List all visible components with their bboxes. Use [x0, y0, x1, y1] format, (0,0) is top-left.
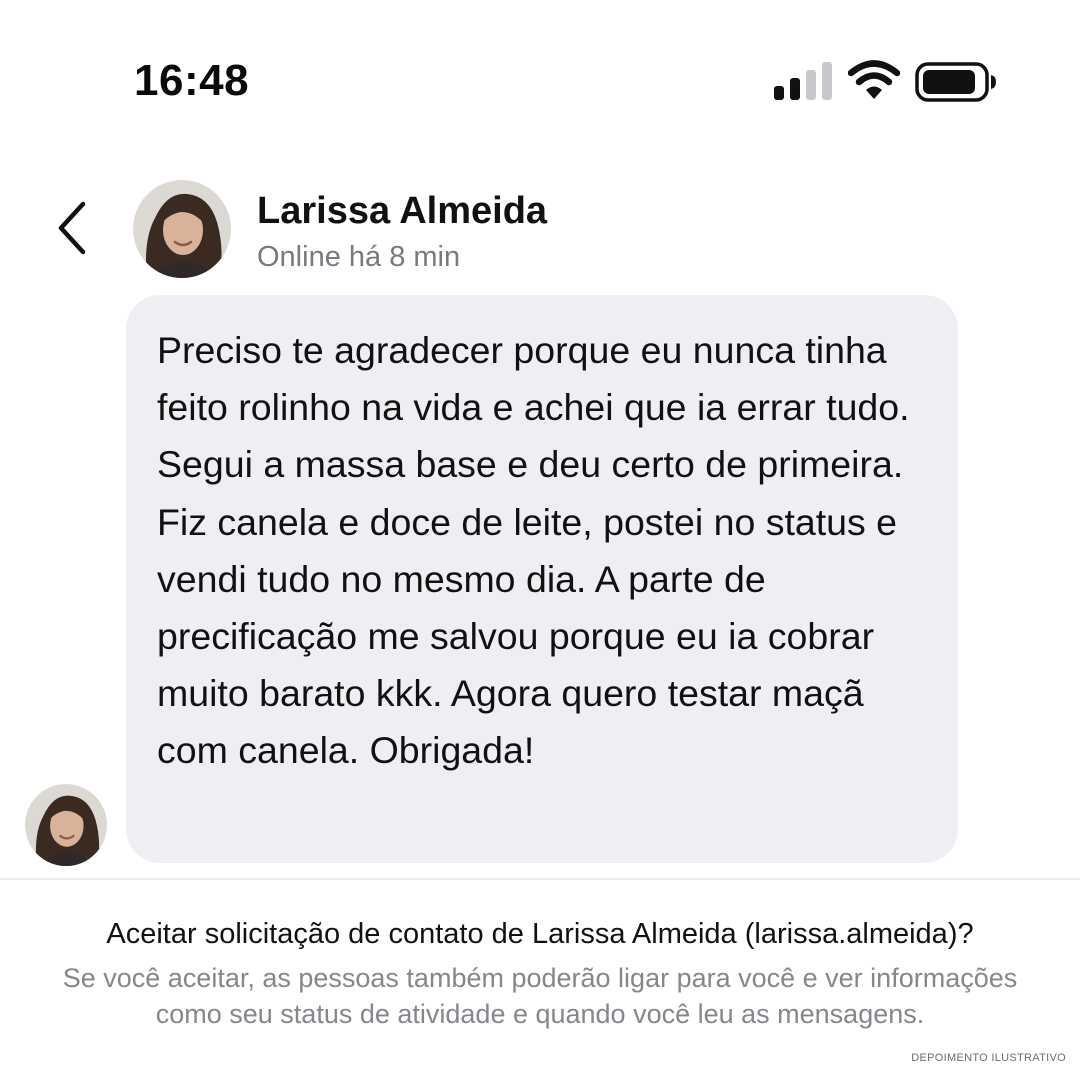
cellular-signal-icon — [774, 62, 832, 100]
contact-online-status: Online há 8 min — [257, 241, 461, 273]
message-bubble: Preciso te agradecer porque eu nunca tin… — [126, 295, 958, 863]
back-button[interactable] — [44, 196, 100, 260]
chevron-left-icon — [58, 201, 86, 255]
wifi-icon — [848, 60, 900, 99]
battery-icon — [915, 62, 996, 102]
status-bar-time: 16:48 — [134, 56, 250, 105]
contact-request-title: Aceitar solicitação de contato de Lariss… — [106, 918, 974, 950]
sender-avatar[interactable] — [25, 784, 107, 866]
message-text: Preciso te agradecer porque eu nunca tin… — [157, 329, 910, 772]
section-divider — [0, 878, 1080, 880]
contact-request-description: Se você aceitar, as pessoas também poder… — [62, 963, 1018, 1029]
illustrative-testimonial-label: DEPOIMENTO ILUSTRATIVO — [911, 1052, 1066, 1064]
contact-name[interactable]: Larissa Almeida — [257, 190, 547, 233]
contact-avatar[interactable] — [133, 180, 231, 278]
